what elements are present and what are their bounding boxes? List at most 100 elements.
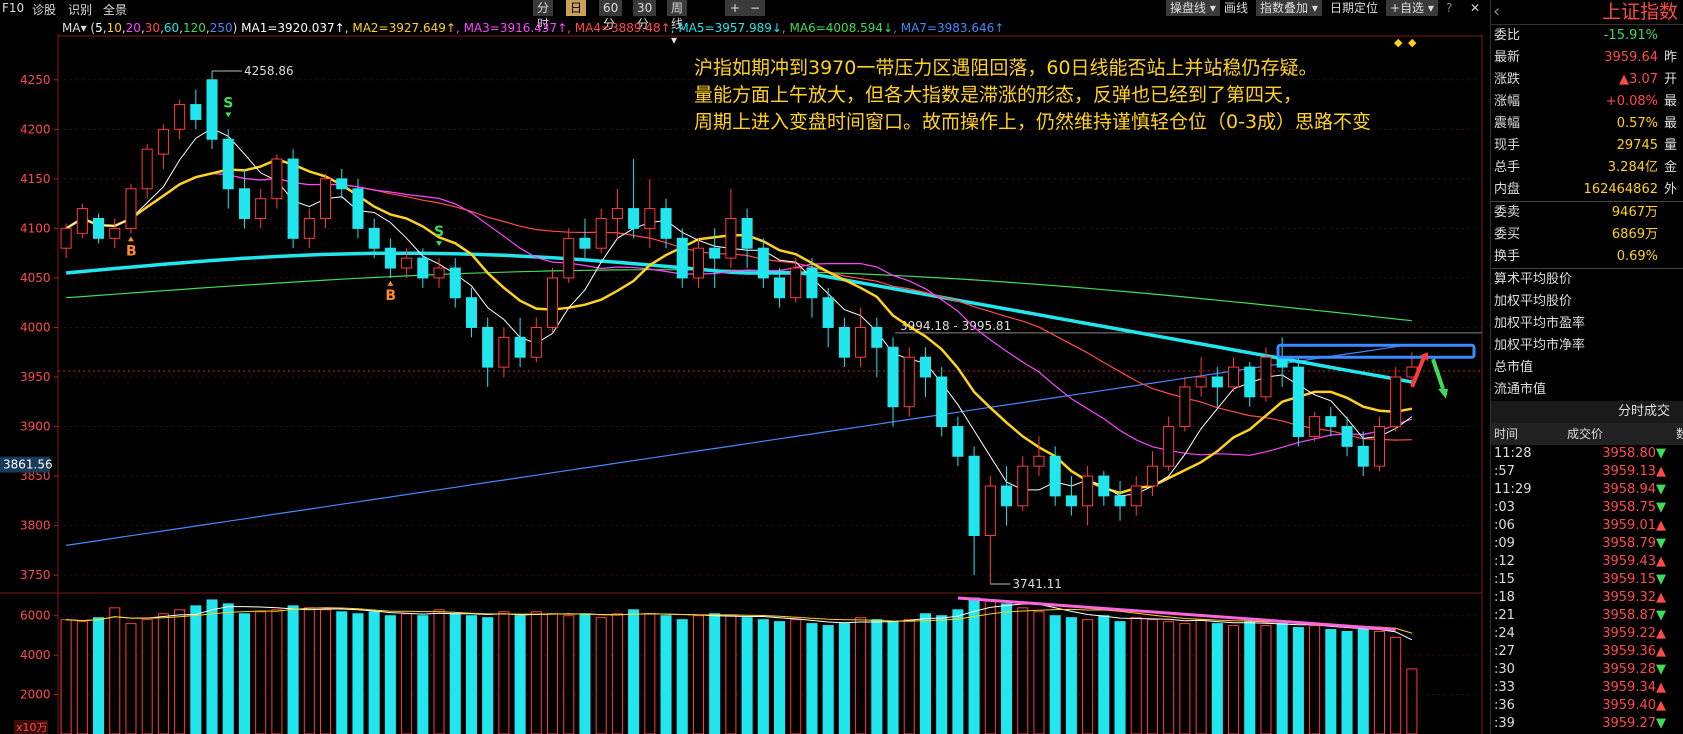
- ma-legend-prefix[interactable]: MA: [62, 21, 81, 35]
- y-tick-label: 4200: [20, 122, 51, 136]
- ma-param: 5: [95, 21, 103, 35]
- help-icon[interactable]: ?: [1446, 0, 1452, 16]
- ma-dropdown-icon[interactable]: ▾: [81, 21, 91, 35]
- col-price: 成交价: [1567, 427, 1604, 441]
- volume-bar: [855, 617, 867, 734]
- candle-up: [60, 227, 72, 249]
- tick-price: 3959.43: [1602, 554, 1656, 569]
- tick-row: :09 3958.79 ▼: [1491, 535, 1683, 553]
- stats-link[interactable]: 总市值: [1491, 357, 1683, 379]
- ma-value-6: , MA6=4008.594↓: [781, 21, 894, 35]
- tick-price: 3958.80: [1602, 446, 1656, 461]
- candle-down: [1244, 366, 1256, 398]
- annotation-line: 周期上进入变盘时间窗口。故而操作上，仍然维持谨慎轻仓位（0-3成）思路不变: [694, 111, 1372, 133]
- candle-down: [222, 138, 234, 190]
- tab-intraday[interactable]: 分时: [533, 0, 554, 31]
- date-locate-button[interactable]: 日期定位: [1330, 0, 1378, 16]
- stats-link[interactable]: 算术平均股价: [1491, 269, 1683, 291]
- y-tick-label: 3750: [20, 568, 51, 582]
- f10-button[interactable]: F10: [2, 1, 24, 15]
- volume-bar: [887, 621, 899, 734]
- tick-direction-icon: ▼: [1656, 716, 1666, 731]
- diagnose-button[interactable]: 诊股: [32, 1, 56, 18]
- quote-label: 涨幅: [1494, 94, 1521, 109]
- candle-down: [1065, 495, 1077, 507]
- volume-bar: [1195, 619, 1207, 734]
- candle-down: [919, 356, 931, 378]
- candle-down: [482, 326, 494, 368]
- quote-row: 震幅 0.57% 最: [1491, 113, 1683, 135]
- ma-param: 250: [209, 21, 233, 35]
- tab-60min[interactable]: 60分: [599, 0, 623, 31]
- tab-daily[interactable]: 日线: [566, 0, 587, 31]
- ma-value-2: , MA2=3927.649↑: [344, 21, 456, 35]
- candle-up: [855, 326, 867, 358]
- tab-weekly[interactable]: 周线 ▾: [667, 0, 688, 47]
- tick-direction-icon: ▼: [1656, 500, 1666, 515]
- operate-line-dropdown[interactable]: 操盘线 ▾: [1166, 0, 1220, 16]
- tick-time: :24: [1494, 626, 1515, 641]
- ticks-header: 分时成交: [1491, 401, 1683, 423]
- draw-line-button[interactable]: 画线: [1224, 0, 1248, 16]
- low-label: 3741.11: [1012, 577, 1062, 591]
- zoom-out-button[interactable]: −: [745, 0, 765, 16]
- tick-time: :39: [1494, 716, 1515, 731]
- volume-bar: [1260, 625, 1272, 734]
- candle-up: [109, 227, 121, 239]
- sidebar-title-bar: ‹ 上证指数: [1491, 0, 1683, 25]
- order-label: 委卖: [1494, 205, 1521, 220]
- zoom-in-button[interactable]: +: [725, 0, 745, 16]
- candle-up: [498, 336, 510, 368]
- quote-value: 0.57%: [1616, 116, 1658, 131]
- ma-value-1: MA1=3920.037↑: [241, 21, 345, 35]
- candle-down: [352, 188, 364, 229]
- quote-extra-label: 最: [1664, 94, 1678, 109]
- volume-bar: [401, 613, 413, 734]
- tick-row: :57 3959.13 ▲: [1491, 463, 1683, 481]
- tick-direction-icon: ▼: [1656, 572, 1666, 587]
- candle-up: [401, 257, 413, 269]
- tick-row: :06 3959.01 ▲: [1491, 517, 1683, 535]
- volume-bar: [417, 615, 429, 734]
- volume-bar: [595, 617, 607, 734]
- order-row: 换手 0.69%: [1491, 246, 1683, 268]
- ma-param: 60: [163, 21, 180, 35]
- volume-bar: [109, 607, 121, 734]
- y-tick-label: 4000: [20, 320, 51, 334]
- index-overlay-dropdown[interactable]: 指数叠加 ▾: [1256, 0, 1322, 16]
- candle-down: [1325, 416, 1337, 428]
- down-arrowhead-icon: [1438, 388, 1448, 399]
- volume-bar: [1292, 627, 1304, 734]
- volume-bar: [320, 609, 332, 734]
- candle-down: [774, 277, 786, 299]
- back-chevron-icon[interactable]: ‹: [1493, 0, 1500, 24]
- quote-extra-label: 外: [1664, 182, 1678, 197]
- candle-down: [628, 208, 640, 229]
- quote-label: 内盘: [1494, 182, 1521, 197]
- stats-link[interactable]: 流通市值: [1491, 379, 1683, 401]
- candle-down: [660, 208, 672, 239]
- stats-link[interactable]: 加权平均股价: [1491, 291, 1683, 313]
- stats-link[interactable]: 加权平均市盈率: [1491, 313, 1683, 335]
- tab-30min[interactable]: 30分: [633, 0, 657, 31]
- identify-button[interactable]: 识别: [68, 1, 92, 18]
- candle-down: [336, 178, 348, 190]
- volume-ma5-line: [66, 603, 1413, 641]
- kline-chart[interactable]: 4250420041504100405040003950390038503800…: [0, 34, 1490, 734]
- volume-bar: [303, 607, 315, 734]
- candle-up: [1179, 386, 1191, 428]
- add-watchlist-dropdown[interactable]: +自选 ▾: [1386, 0, 1438, 16]
- panorama-button[interactable]: 全景: [103, 1, 127, 18]
- ma-value-7: , MA7=3983.646↑: [893, 21, 1005, 35]
- volume-bar: [336, 611, 348, 734]
- ma20-line: [65, 172, 1413, 456]
- close-icon[interactable]: ✕: [1470, 0, 1480, 16]
- ma-param: 120: [183, 21, 206, 35]
- stats-link[interactable]: 加权平均市净率: [1491, 335, 1683, 357]
- volume-bar: [1033, 611, 1045, 734]
- ma-value-3: , MA3=3916.437↑: [455, 21, 568, 35]
- candle-up: [563, 237, 575, 279]
- volume-bar: [838, 623, 850, 734]
- quote-label: 委比: [1494, 28, 1521, 43]
- candle-up: [320, 178, 332, 219]
